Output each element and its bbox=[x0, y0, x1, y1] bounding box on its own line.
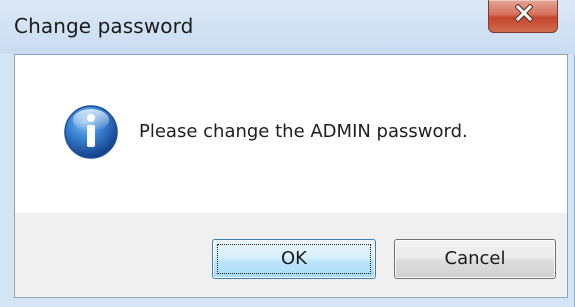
window-title: Change password bbox=[14, 14, 194, 38]
dialog-body: Please change the ADMIN password. OK Can… bbox=[14, 54, 568, 298]
close-icon bbox=[515, 4, 533, 22]
dialog-window: Change password Please change the ADMIN … bbox=[0, 0, 575, 307]
dialog-message: Please change the ADMIN password. bbox=[139, 121, 468, 142]
title-bar[interactable]: Change password bbox=[0, 0, 575, 54]
close-button[interactable] bbox=[488, 0, 558, 33]
ok-button[interactable]: OK bbox=[212, 239, 376, 279]
cancel-button[interactable]: Cancel bbox=[394, 239, 556, 279]
info-icon bbox=[64, 105, 118, 159]
message-area: Please change the ADMIN password. bbox=[15, 55, 567, 213]
ok-focus-rect bbox=[217, 244, 371, 274]
